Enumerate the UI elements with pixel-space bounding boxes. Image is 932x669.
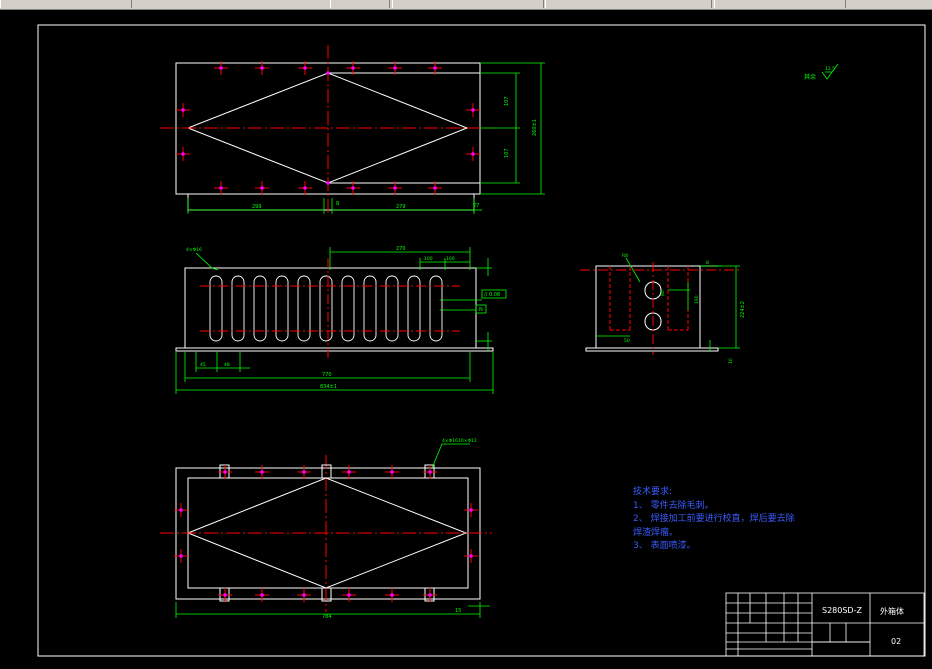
dim-bottom-leader-a: 4×Φ16 — [442, 438, 458, 444]
dim-top-mid: 8 — [336, 201, 339, 207]
roughness-label: 其余 — [804, 73, 816, 81]
notes-item: 1、 零件去除毛刺。 — [633, 500, 714, 511]
dim-side-height: 224±2 — [740, 301, 746, 318]
dim-top-h-upper: 107 — [504, 96, 510, 106]
frame-tag-datum: N — [479, 307, 483, 313]
dim-front-leader: 4×Φ16 — [186, 247, 202, 253]
side-view: R8 80 190 224±2 10 50 8 — [580, 253, 746, 364]
notes-title: 技术要求: — [633, 487, 673, 497]
dim-front-pitch-a: 45 — [200, 362, 206, 368]
notes-item: 焊渣焊瘤。 — [633, 527, 679, 538]
title-block-number: 02 — [891, 637, 901, 646]
dim-front-pitch-b: 48 — [224, 362, 230, 368]
dim-bottom-leader-b: 10×Φ12 — [458, 438, 477, 444]
toolbar-group[interactable] — [392, 0, 544, 8]
drawing-canvas[interactable]: 299 8 279 27 107 107 260±1 其余 12.5 // 0.… — [0, 9, 932, 669]
dim-side-edge-a: 50 — [624, 338, 630, 344]
technical-notes: 技术要求: 1、 零件去除毛刺。 2、 焊接加工前要进行校直，焊后要去除 焊渣焊… — [633, 486, 795, 554]
roughness-value: 12.5 — [825, 66, 835, 72]
dim-front-top: 270 — [396, 246, 406, 252]
title-block-name: 外箱体 — [880, 606, 904, 616]
dim-side-slot: 190 — [694, 295, 700, 304]
dim-front-top-b: 100 — [446, 256, 455, 262]
dim-top-h-total: 260±1 — [532, 119, 538, 136]
title-block — [725, 592, 925, 657]
top-view: 299 8 279 27 107 107 260±1 — [160, 45, 545, 215]
title-block-code: S280SD-Z — [822, 606, 862, 615]
dim-top-right: 279 — [396, 204, 406, 210]
frame-tag-parallel: // 0.08 — [484, 292, 500, 298]
dim-side-edge-b: 8 — [706, 260, 709, 266]
dim-side-small: 10 — [728, 358, 734, 364]
dim-bottom-width: 784 — [322, 614, 332, 620]
dim-front-top-a: 100 — [424, 256, 433, 262]
toolbar-group[interactable] — [330, 0, 390, 8]
roughness-symbol: 其余 12.5 — [804, 63, 839, 81]
dim-top-left: 299 — [252, 204, 262, 210]
dim-side-r: R8 — [622, 253, 628, 259]
dim-top-end: 27 — [473, 203, 479, 209]
dim-front-overall: 834±1 — [320, 384, 337, 390]
dim-side-width: 80 — [660, 290, 666, 296]
toolbar-group[interactable] — [0, 0, 132, 8]
dim-front-total: 770 — [322, 372, 332, 378]
bottom-view: 4×Φ16 10×Φ12 784 15 — [160, 438, 492, 620]
dim-top-h-lower: 107 — [504, 148, 510, 158]
dim-bottom-right: 15 — [455, 608, 461, 614]
toolbar-group[interactable] — [714, 0, 846, 8]
front-view: // 0.08 N 4×Φ16 270 100 100 45 48 770 83… — [175, 246, 507, 394]
toolbar-group[interactable] — [545, 0, 712, 8]
notes-item: 2、 焊接加工前要进行校直，焊后要去除 — [633, 514, 795, 524]
notes-item: 3、 表面喷漆。 — [633, 541, 696, 551]
drawing-border — [37, 24, 926, 657]
